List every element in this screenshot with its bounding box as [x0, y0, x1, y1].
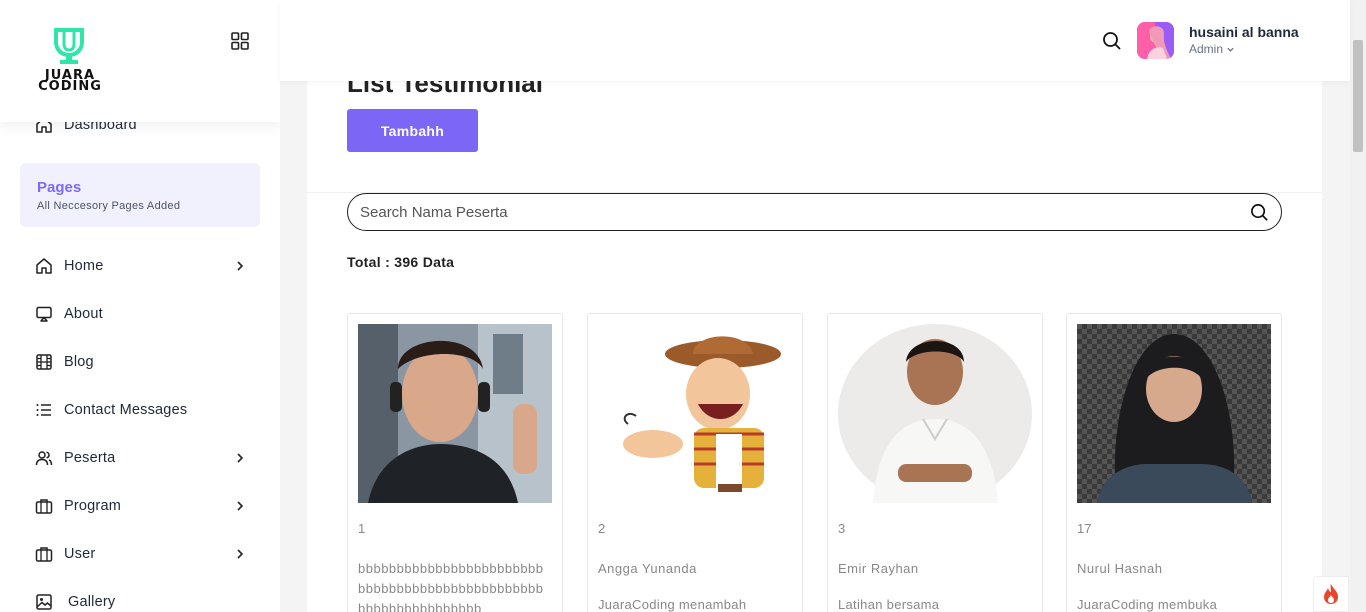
participant-photo	[838, 324, 1032, 503]
user-name: husaini al banna	[1189, 24, 1299, 40]
search-input[interactable]	[360, 202, 1240, 222]
testimonial-card[interactable]: 17 Nurul Hasnah JuaraCoding membuka	[1066, 313, 1282, 612]
chevron-right-icon	[237, 261, 244, 271]
sidebar-item-gallery[interactable]: Gallery	[20, 582, 260, 612]
sidebar-item-home[interactable]: Home	[20, 246, 260, 286]
sidebar: JUARA CODING Dashboard Pages All Necceso…	[0, 0, 280, 612]
list-icon	[34, 400, 54, 420]
user-avatar-icon	[1137, 22, 1174, 59]
page-scrollbar[interactable]	[1350, 0, 1366, 612]
sidebar-item-contact-messages[interactable]: Contact Messages	[20, 390, 260, 430]
sidebar-item-peserta[interactable]: Peserta	[20, 438, 260, 478]
card-id: 3	[838, 521, 846, 536]
participant-photo	[1077, 324, 1271, 503]
flame-icon	[1324, 584, 1338, 604]
card-text: JuaraCoding membuka	[1077, 597, 1218, 612]
sidebar-item-label: Home	[64, 258, 104, 274]
users-icon	[34, 448, 54, 468]
chevron-right-icon	[237, 549, 244, 559]
briefcase-icon	[34, 544, 54, 564]
sidebar-item-label: Contact Messages	[64, 402, 188, 418]
pages-section: Pages All Neccesory Pages Added	[20, 163, 260, 227]
card-name: Emir Rayhan	[838, 561, 919, 576]
card-text: Latihan bersama	[838, 597, 940, 612]
sidebar-item-program[interactable]: Program	[20, 486, 260, 526]
search-icon[interactable]	[1250, 203, 1269, 222]
main-content: List Testimonial Tambahh Total : 396 Dat…	[307, 0, 1322, 612]
card-id: 1	[358, 521, 366, 536]
floating-fire-button[interactable]	[1313, 576, 1349, 612]
sidebar-item-label: Blog	[64, 354, 94, 370]
card-name: Nurul Hasnah	[1077, 561, 1163, 576]
search-icon[interactable]	[1102, 31, 1122, 51]
sidebar-item-label: Peserta	[64, 450, 116, 466]
home-icon	[34, 256, 54, 276]
sidebar-item-label: Gallery	[68, 594, 116, 610]
sidebar-item-label: User	[64, 546, 96, 562]
pages-title: Pages	[37, 179, 82, 196]
sidebar-item-about[interactable]: About	[20, 294, 260, 334]
user-role-dropdown[interactable]: Admin	[1189, 42, 1235, 56]
card-name: bbbbbbbbbbbbbbbbbbbbbbbbbbbbbbbbbbbbbbbb…	[358, 561, 544, 612]
testimonial-card[interactable]: 2 Angga Yunanda JuaraCoding menambah	[587, 313, 803, 612]
trophy-logo-icon	[54, 28, 84, 64]
briefcase-icon	[34, 496, 54, 516]
pages-subtitle: All Neccesory Pages Added	[37, 200, 181, 212]
brand-header: JUARA CODING	[0, 0, 280, 122]
logo-text: JUARA CODING	[38, 68, 102, 94]
sidebar-item-label: About	[64, 306, 103, 322]
sidebar-item-label: Program	[64, 498, 121, 514]
monitor-icon	[34, 304, 54, 324]
testimonial-card[interactable]: 3 Emir Rayhan Latihan bersama	[827, 313, 1043, 612]
search-box	[347, 193, 1282, 231]
film-icon	[34, 352, 54, 372]
sidebar-item-blog[interactable]: Blog	[20, 342, 260, 382]
card-id: 17	[1077, 521, 1092, 536]
card-id: 2	[598, 521, 606, 536]
participant-photo	[358, 324, 552, 503]
card-name: Angga Yunanda	[598, 561, 697, 576]
chevron-right-icon	[237, 501, 244, 511]
card-text: JuaraCoding menambah	[598, 597, 747, 612]
image-icon	[34, 592, 54, 612]
participant-photo	[598, 324, 792, 503]
top-header: husaini al banna Admin	[280, 0, 1350, 81]
avatar[interactable]	[1137, 22, 1174, 59]
testimonial-card[interactable]: 1 bbbbbbbbbbbbbbbbbbbbbbbbbbbbbbbbbbbbbb…	[347, 313, 563, 612]
sidebar-item-user[interactable]: User	[20, 534, 260, 574]
total-count: Total : 396 Data	[347, 254, 455, 270]
chevron-right-icon	[237, 453, 244, 463]
scrollbar-thumb[interactable]	[1353, 40, 1363, 152]
grid-menu-icon[interactable]	[230, 31, 250, 51]
chevron-down-icon	[1227, 48, 1235, 53]
user-role-label: Admin	[1189, 42, 1224, 56]
add-testimonial-button[interactable]: Tambahh	[347, 109, 478, 152]
juara-coding-logo[interactable]: JUARA CODING	[32, 26, 108, 96]
